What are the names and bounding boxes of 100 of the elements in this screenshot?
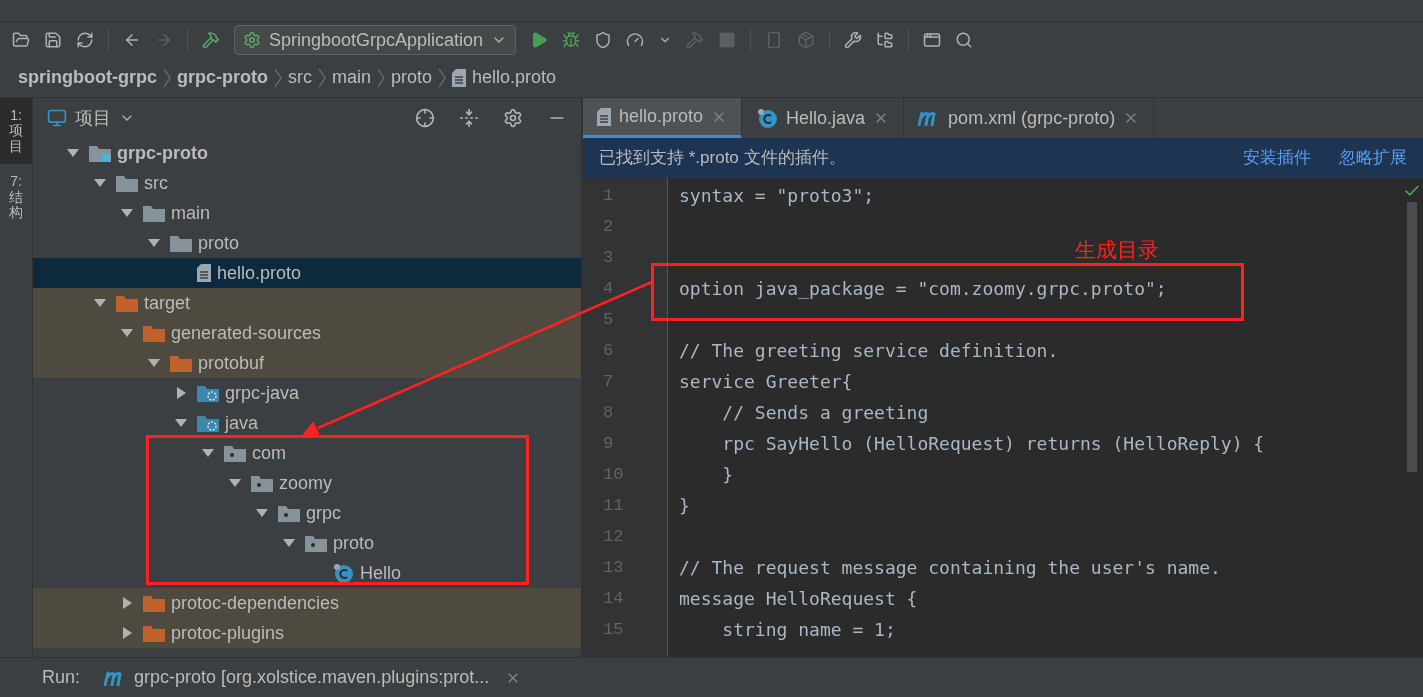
source-folder-icon	[197, 414, 219, 432]
scrollbar[interactable]	[1407, 202, 1417, 472]
tree-item[interactable]: Hello	[33, 558, 581, 588]
tree-item[interactable]: protoc-dependencies	[33, 588, 581, 618]
save-icon[interactable]	[44, 31, 62, 49]
folder-icon	[143, 624, 165, 642]
gauge-icon[interactable]	[626, 31, 645, 49]
notification-link[interactable]: 安装插件	[1243, 145, 1311, 171]
panel-title: 项目	[75, 106, 111, 130]
package-icon	[251, 474, 273, 492]
tree-item-label: grpc-proto	[117, 141, 208, 165]
settings-icon[interactable]	[503, 108, 523, 128]
tree-item[interactable]: grpc-proto	[33, 138, 581, 168]
bug-icon[interactable]	[562, 31, 581, 49]
code-line: rpc SayHello (HelloRequest) returns (HelloReply) {	[721, 432, 1265, 456]
breadcrumb-item[interactable]: main	[331, 64, 371, 91]
code-line: }	[721, 463, 734, 487]
folder-icon	[143, 324, 165, 342]
tree-item-label: hello.proto	[217, 261, 302, 285]
code-line: message HelloRequest {	[679, 587, 918, 611]
monitor-icon	[47, 108, 67, 128]
class-icon	[332, 562, 354, 584]
crosshair-icon[interactable]	[415, 108, 435, 128]
hammer-icon[interactable]	[202, 31, 220, 49]
tree-item-label: protoc-plugins	[171, 621, 285, 645]
tree-item[interactable]: grpc-java	[33, 378, 581, 408]
package-icon	[305, 534, 327, 552]
collapse-icon[interactable]	[459, 108, 479, 128]
folder-icon	[116, 174, 138, 192]
run-label: Run:	[42, 666, 81, 689]
folder-icon	[170, 354, 192, 372]
notification-message: 已找到支持 *.proto 文件的插件。	[599, 147, 846, 170]
breadcrumb-item[interactable]: springboot-grpc	[18, 64, 157, 91]
folder-icon	[143, 594, 165, 612]
code-line: syntax = "proto3";	[679, 184, 875, 208]
tree-item-label: main	[171, 201, 210, 225]
collapsed-arrow-icon[interactable]	[120, 626, 134, 640]
tree-item[interactable]: src	[33, 168, 581, 198]
shield-icon[interactable]	[594, 31, 613, 49]
tree-item[interactable]: main	[33, 198, 581, 228]
collapsed-arrow-icon[interactable]	[174, 386, 188, 400]
notification-link[interactable]: 忽略扩展	[1339, 145, 1407, 171]
breadcrumb-item[interactable]: proto	[391, 64, 432, 91]
code-line: option java_package = "com.zoomy.grpc.proto";	[679, 277, 1167, 301]
tree-item-label: grpc	[306, 501, 341, 525]
open-folder-icon[interactable]	[12, 31, 30, 49]
code-line: // Sends a greeting	[721, 401, 929, 425]
back-icon[interactable]	[123, 31, 141, 49]
run-config-dropdown[interactable]: SpringbootGrpcApplication	[234, 25, 517, 55]
tree-item[interactable]: grpc	[33, 498, 581, 528]
tree-item[interactable]: target	[33, 288, 581, 318]
wrench-icon[interactable]	[844, 31, 863, 49]
editor-tab[interactable]: hello.proto	[583, 98, 743, 138]
chevron-separator-icon	[317, 67, 326, 88]
tree-item[interactable]: proto	[33, 228, 581, 258]
window-icon[interactable]	[923, 31, 942, 49]
chevron-separator-icon	[273, 67, 282, 88]
breadcrumb-item[interactable]: src	[287, 64, 312, 91]
run-icon[interactable]	[530, 31, 549, 49]
code-line: // The request message containing the user's name.	[679, 556, 1221, 580]
package-icon	[224, 444, 246, 462]
source-folder-icon	[197, 384, 219, 402]
tree-item[interactable]: generated-sources	[33, 318, 581, 348]
tree-item[interactable]: proto	[33, 528, 581, 558]
search-icon[interactable]	[955, 31, 974, 49]
tree-item[interactable]: java	[33, 408, 581, 438]
tree-item[interactable]: zoomy	[33, 468, 581, 498]
tree-item-label: proto	[198, 231, 240, 255]
class-icon	[756, 107, 779, 129]
package-icon	[278, 504, 300, 522]
code-line: string name = 1;	[721, 618, 896, 642]
tree-item[interactable]: protobuf	[33, 348, 581, 378]
tree-item-label: zoomy	[279, 471, 332, 495]
gear-icon	[243, 31, 261, 49]
tree-item[interactable]: protoc-plugins	[33, 618, 581, 648]
sync-icon[interactable]	[76, 31, 94, 49]
folder-icon	[170, 234, 192, 252]
tree-item-label: protobuf	[198, 351, 265, 375]
annotation-label: 生成目录	[1075, 237, 1159, 263]
side-tab[interactable]: 1: 项目	[0, 98, 32, 165]
tree-item-label: Hello	[360, 561, 402, 585]
code-line: service Greeter{	[679, 370, 853, 394]
collapsed-arrow-icon[interactable]	[120, 596, 134, 610]
tree-item-label: java	[225, 411, 259, 435]
code-line: }	[679, 494, 690, 518]
module-folder-icon	[89, 144, 111, 162]
file-icon	[197, 264, 211, 282]
side-tab[interactable]: 7: 结构	[0, 164, 32, 231]
breadcrumb-item[interactable]: hello.proto	[472, 64, 557, 91]
chevron-separator-icon	[163, 67, 171, 88]
tree-item[interactable]: com	[33, 438, 581, 468]
tree-item-label: com	[252, 441, 286, 465]
file-icon	[597, 107, 611, 126]
tree-item-label: proto	[333, 531, 375, 555]
project-structure-icon[interactable]	[876, 31, 895, 49]
tree-item-label: generated-sources	[171, 321, 322, 345]
breadcrumb-item[interactable]: grpc-proto	[177, 64, 268, 91]
code-line: // The greeting service definition.	[679, 339, 1059, 363]
tree-item-label: grpc-java	[225, 381, 300, 405]
tree-item[interactable]: hello.proto	[33, 258, 581, 288]
